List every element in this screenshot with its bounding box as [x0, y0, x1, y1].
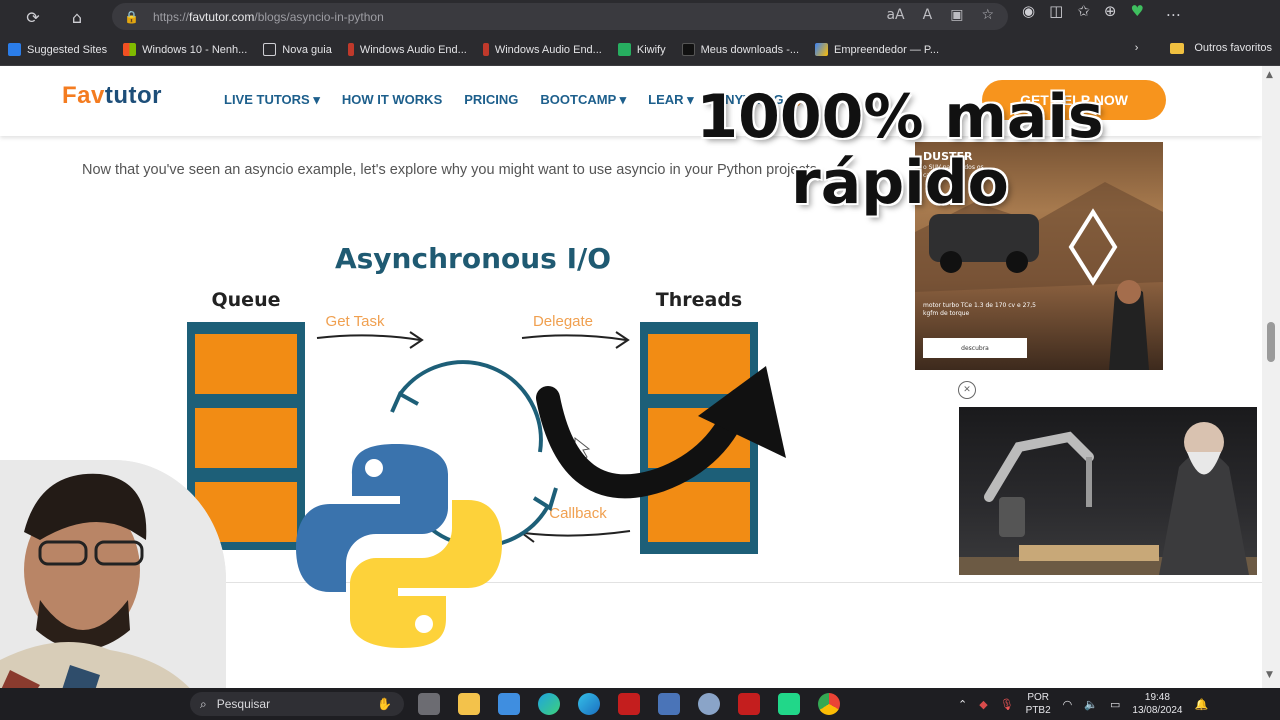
bookmark-item[interactable]: Suggested Sites	[8, 43, 107, 56]
url-text: https://favtutor.com/blogs/asyncio-in-py…	[152, 9, 384, 24]
microphone-icon[interactable]: 🎙	[1000, 698, 1014, 711]
nav-bootcamp[interactable]: BOOTCAMP ▾	[540, 92, 626, 108]
split-screen-icon[interactable]: ◫	[1049, 2, 1063, 20]
task-view-icon[interactable]	[418, 693, 440, 715]
lock-icon: 🔒	[124, 9, 139, 24]
ad-description: motor turbo TCe 1.3 de 170 cv e 27,5 kgf…	[923, 302, 1036, 317]
wifi-icon[interactable]: ◠	[1063, 698, 1073, 711]
get-task-label: Get Task	[326, 313, 385, 330]
queue-label: Queue	[212, 289, 281, 311]
callback-arrow	[523, 530, 631, 537]
video-advertisement[interactable]	[959, 407, 1257, 575]
bookmarks-bar: Suggested Sites Windows 10 - Nenh... Nov…	[0, 34, 1280, 66]
headline-overlay: 1000% mais rápido	[696, 82, 1104, 218]
download-site-icon	[681, 43, 695, 56]
bookmark-item[interactable]: Nova guia	[263, 43, 332, 56]
edge-icon[interactable]	[538, 693, 560, 715]
mcafee-tray-icon[interactable]: ◆	[979, 698, 987, 711]
immersive-reader-icon[interactable]: A	[923, 7, 933, 23]
audio-icon	[482, 43, 489, 56]
search-icon: ⌕	[200, 696, 207, 711]
bookmark-item[interactable]: Windows Audio End...	[347, 43, 467, 56]
audio-icon	[347, 43, 354, 56]
chevron-up-icon[interactable]: ⌃	[958, 698, 967, 711]
language-indicator[interactable]: POR PTB2	[1026, 691, 1051, 717]
notification-bell-icon[interactable]: 🔔	[1194, 698, 1208, 711]
ad-close-icon[interactable]: ✕	[958, 381, 976, 399]
delegate-label: Delegate	[533, 313, 593, 330]
read-aloud-icon[interactable]: aA	[886, 7, 904, 23]
mcafee-icon[interactable]	[618, 693, 640, 715]
windows-icon	[123, 43, 137, 56]
get-task-arrow	[316, 334, 421, 341]
edge-dev-icon[interactable]	[578, 693, 600, 715]
chevron-right-icon[interactable]: ›	[1135, 42, 1139, 54]
chrome-icon[interactable]	[818, 693, 840, 715]
scroll-up-icon[interactable]: ▲	[1266, 70, 1273, 80]
bookmark-item[interactable]: Meus downloads -...	[681, 43, 799, 56]
more-icon[interactable]: …	[1166, 2, 1181, 20]
scrollbar-thumb[interactable]	[1267, 322, 1275, 362]
volume-icon[interactable]: 🔈	[1084, 698, 1098, 711]
search-highlight-icon: ✋	[377, 697, 392, 711]
clock[interactable]: 19:48 13/08/2024	[1132, 691, 1182, 717]
diagram-title: Asynchronous I/O	[335, 242, 611, 275]
bookmark-item[interactable]: Windows Audio End...	[482, 43, 602, 56]
extension-icon[interactable]: ◉	[1022, 2, 1035, 20]
bookmark-icon	[8, 43, 21, 56]
favorite-star-icon[interactable]: ☆	[981, 7, 994, 23]
bookmark-item[interactable]: Empreendedor — P...	[815, 43, 939, 56]
other-favorites[interactable]: › Outros favoritos	[1135, 42, 1272, 54]
curved-arrow-icon	[536, 366, 786, 499]
drive-icon	[815, 43, 829, 56]
delegate-arrow	[521, 334, 627, 341]
favorites-icon[interactable]: ✩	[1077, 2, 1090, 20]
refresh-icon[interactable]: ⟳	[18, 2, 48, 32]
page-icon	[263, 43, 277, 56]
page-scrollbar[interactable]: ▲ ▼	[1262, 66, 1280, 688]
taskbar-apps	[418, 693, 840, 715]
app-available-icon[interactable]: ▣	[950, 7, 963, 23]
kiwify-icon	[617, 43, 631, 56]
shield-icon[interactable]: ♥	[1130, 2, 1143, 20]
browser-toolbar: ⟳ ⌂ 🔒 https://favtutor.com/blogs/asyncio…	[0, 0, 1280, 34]
windows-taskbar: ⌕ Pesquisar ✋ ⌃ ◆ 🎙 POR PTB2 ◠ 🔈 ▭ 19:48…	[0, 688, 1280, 720]
folder-icon	[1170, 42, 1185, 54]
taskbar-search[interactable]: ⌕ Pesquisar ✋	[190, 692, 404, 716]
collections-icon[interactable]: ⊕	[1104, 2, 1117, 20]
favtutor-logo[interactable]: Favtutor	[62, 82, 162, 110]
robot-chess-image	[959, 422, 1257, 575]
nav-how-it-works[interactable]: HOW IT WORKS	[342, 92, 442, 108]
nav-live-tutors[interactable]: LIVE TUTORS ▾	[224, 92, 320, 108]
mcafee-shield-icon[interactable]	[738, 693, 760, 715]
presenter-image	[0, 460, 226, 700]
address-bar[interactable]: 🔒 https://favtutor.com/blogs/asyncio-in-…	[112, 3, 1008, 30]
system-tray: ⌃ ◆ 🎙 POR PTB2 ◠ 🔈 ▭ 19:48 13/08/2024 🔔	[958, 690, 1208, 718]
nav-pricing[interactable]: PRICING	[464, 92, 518, 108]
python-logo-icon	[296, 444, 502, 648]
scroll-down-icon[interactable]: ▼	[1266, 670, 1273, 680]
webcam-overlay	[0, 460, 226, 700]
battery-icon[interactable]: ▭	[1110, 698, 1120, 711]
pycharm-icon[interactable]	[778, 693, 800, 715]
settings-gear-icon[interactable]	[698, 693, 720, 715]
bookmark-item[interactable]: Kiwify	[617, 43, 666, 56]
home-icon[interactable]: ⌂	[62, 2, 92, 32]
ad-discover-button[interactable]: descubra	[923, 338, 1027, 358]
remote-desktop-icon[interactable]	[658, 693, 680, 715]
bookmark-item[interactable]: Windows 10 - Nenh...	[123, 43, 247, 56]
threads-label: Threads	[656, 289, 742, 311]
store-icon[interactable]	[498, 693, 520, 715]
file-explorer-icon[interactable]	[458, 693, 480, 715]
